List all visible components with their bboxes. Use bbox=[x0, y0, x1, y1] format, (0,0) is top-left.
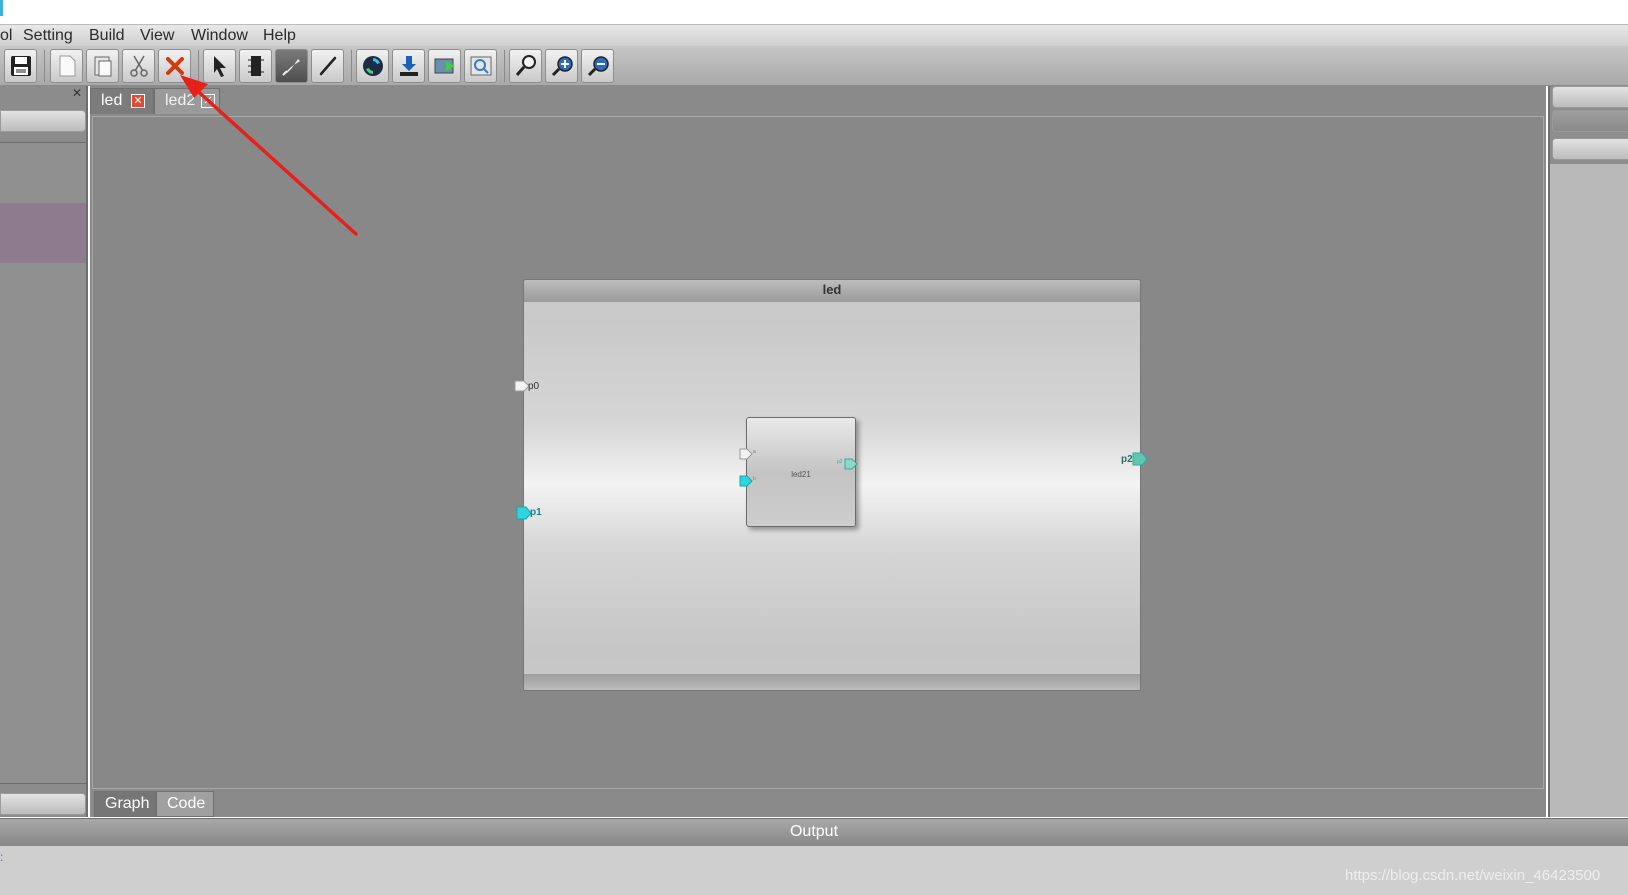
menu-build[interactable]: Build bbox=[89, 27, 125, 45]
menu-view[interactable]: View bbox=[140, 27, 174, 45]
wire-tool-icon bbox=[319, 56, 336, 76]
new-file-icon bbox=[59, 55, 75, 77]
properties-field[interactable] bbox=[1552, 110, 1628, 132]
output-title: Output bbox=[789, 823, 839, 840]
component-button[interactable] bbox=[239, 49, 272, 83]
app-window: ol Setting Build View Window Help ✕ led … bbox=[0, 0, 1628, 895]
wire-tool-button[interactable] bbox=[311, 49, 344, 83]
watermark-text: https://blog.csdn.net/weixin_46423500 bbox=[1345, 867, 1601, 884]
menu-bar: ol Setting Build View Window Help bbox=[0, 24, 1628, 46]
toolbar-separator bbox=[198, 50, 199, 82]
title-bar-accent bbox=[0, 0, 3, 16]
tab-close-icon[interactable]: ✕ bbox=[131, 94, 145, 108]
zoom-in-icon bbox=[551, 56, 573, 77]
zoom-out-icon bbox=[587, 56, 609, 77]
editor-area: led ✕ led2 ✕ led p0 p1 p2 led21 a b p2 G… bbox=[90, 86, 1546, 817]
instance-output-label: p2 bbox=[837, 459, 843, 465]
tab-label: led bbox=[101, 92, 123, 109]
output-header[interactable]: Output bbox=[0, 818, 1628, 846]
paste-icon bbox=[94, 56, 111, 77]
zoom-icon bbox=[515, 55, 536, 76]
properties-header-bar[interactable] bbox=[1552, 86, 1628, 108]
toolbar bbox=[0, 46, 1628, 86]
properties-section-bar[interactable] bbox=[1552, 138, 1628, 160]
port-p2-icon[interactable] bbox=[1132, 452, 1148, 466]
paste-button[interactable] bbox=[86, 49, 119, 83]
port-p0-label: p0 bbox=[528, 381, 540, 392]
refresh-button[interactable] bbox=[356, 49, 389, 83]
pin-tool-button[interactable] bbox=[275, 49, 308, 83]
preview-button[interactable] bbox=[464, 49, 497, 83]
instance-input-a-icon[interactable] bbox=[739, 448, 753, 460]
preview-icon bbox=[470, 56, 491, 76]
toolbar-separator bbox=[44, 50, 45, 82]
instance-label: led21 bbox=[791, 470, 811, 479]
tab-graph-label: Graph bbox=[105, 795, 150, 812]
download-icon bbox=[399, 56, 418, 76]
output-prompt: : bbox=[0, 850, 4, 864]
tab-label: led2 bbox=[165, 92, 196, 109]
pin-tool-icon bbox=[281, 59, 300, 76]
panel-header-bar[interactable] bbox=[0, 110, 86, 132]
instance-input-a-label: a bbox=[753, 449, 756, 455]
project-tree[interactable] bbox=[0, 142, 86, 784]
new-file-button[interactable] bbox=[50, 49, 83, 83]
led21-instance[interactable]: led21 a b p2 bbox=[739, 417, 858, 527]
properties-body bbox=[1550, 164, 1628, 817]
graph-canvas[interactable]: led p0 p1 p2 led21 a b p2 bbox=[92, 116, 1544, 789]
component-icon bbox=[247, 56, 264, 76]
save-icon bbox=[10, 56, 31, 76]
view-tabs: Graph Code bbox=[90, 789, 1546, 817]
menu-setting[interactable]: Setting bbox=[23, 27, 73, 45]
tab-close-icon[interactable]: ✕ bbox=[201, 94, 215, 108]
instance-input-b-label: b bbox=[753, 476, 756, 482]
instance-output-icon[interactable] bbox=[844, 458, 858, 470]
module-footer bbox=[524, 674, 1140, 690]
menu-window[interactable]: Window bbox=[191, 27, 248, 45]
tab-graph[interactable]: Graph bbox=[94, 791, 156, 817]
toolbar-separator bbox=[351, 50, 352, 82]
document-tabs: led ✕ led2 ✕ bbox=[90, 86, 1546, 114]
save-button[interactable] bbox=[4, 49, 37, 83]
tab-code[interactable]: Code bbox=[156, 791, 214, 817]
tab-led2[interactable]: led2 ✕ bbox=[154, 88, 220, 114]
panel-footer-bar[interactable] bbox=[0, 793, 86, 815]
output-console[interactable]: : https://blog.csdn.net/weixin_46423500 bbox=[0, 846, 1628, 895]
refresh-icon bbox=[362, 56, 383, 76]
delete-icon bbox=[165, 57, 184, 75]
tab-led[interactable]: led ✕ bbox=[90, 88, 154, 114]
cut-button[interactable] bbox=[122, 49, 155, 83]
delete-button[interactable] bbox=[158, 49, 191, 83]
select-arrow-icon bbox=[213, 56, 226, 77]
instance-input-b-icon[interactable] bbox=[739, 475, 753, 487]
toolbar-separator bbox=[504, 50, 505, 82]
port-p2-label: p2 bbox=[1121, 454, 1133, 465]
zoom-in-button[interactable] bbox=[545, 49, 578, 83]
run-icon bbox=[434, 58, 455, 74]
selected-tree-item[interactable] bbox=[0, 203, 86, 263]
cut-icon bbox=[129, 55, 148, 77]
properties-panel bbox=[1548, 86, 1628, 817]
menu-tool[interactable]: ol bbox=[0, 27, 12, 45]
port-p1-label: p1 bbox=[530, 507, 542, 518]
zoom-out-button[interactable] bbox=[581, 49, 614, 83]
tab-code-label: Code bbox=[167, 795, 206, 812]
menu-help[interactable]: Help bbox=[263, 27, 296, 45]
download-button[interactable] bbox=[392, 49, 425, 83]
module-block[interactable]: led p0 p1 p2 led21 a b p2 bbox=[514, 279, 1148, 691]
panel-close-icon[interactable]: ✕ bbox=[72, 86, 82, 100]
select-button[interactable] bbox=[203, 49, 236, 83]
zoom-button[interactable] bbox=[509, 49, 542, 83]
module-title: led bbox=[524, 280, 1140, 302]
project-panel: ✕ bbox=[0, 86, 88, 817]
run-button[interactable] bbox=[428, 49, 461, 83]
